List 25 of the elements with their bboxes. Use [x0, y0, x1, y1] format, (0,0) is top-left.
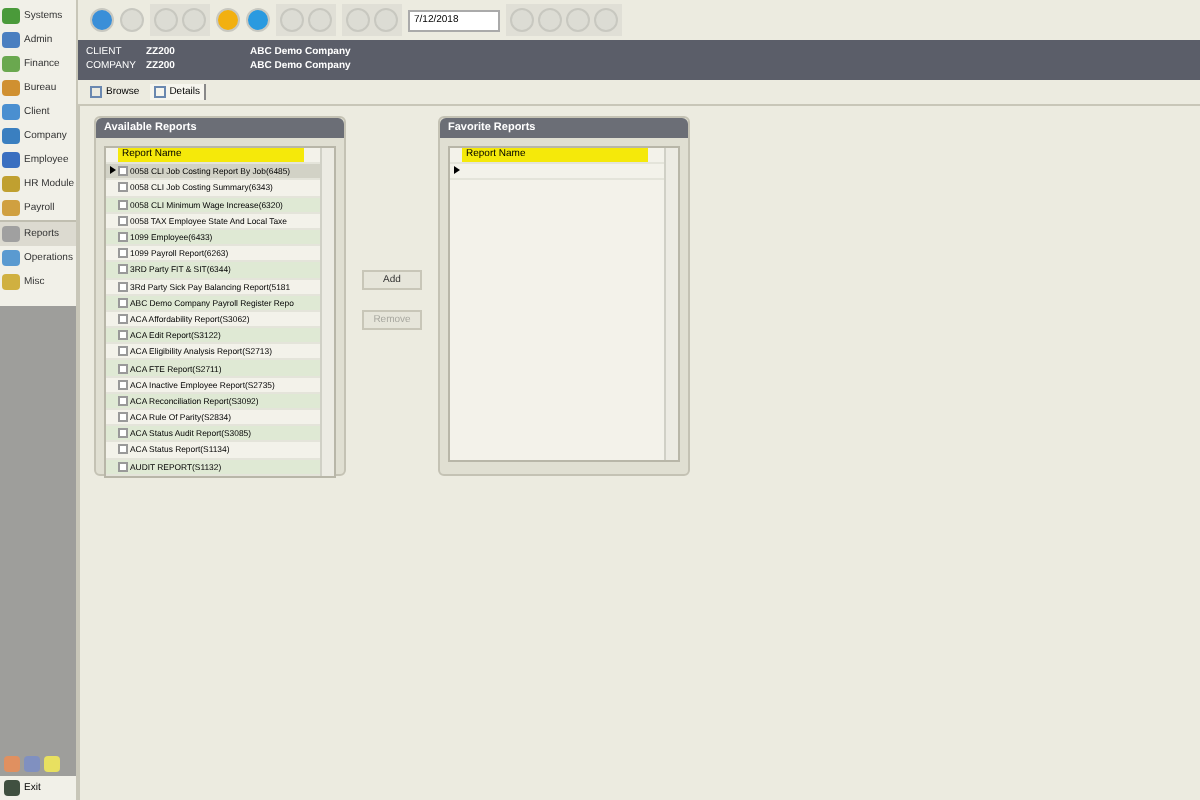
checkbox[interactable] — [118, 395, 128, 406]
checkbox[interactable] — [118, 330, 128, 341]
scrollbar[interactable] — [320, 148, 334, 476]
checkbox[interactable] — [118, 166, 128, 177]
checkbox[interactable] — [118, 313, 128, 324]
checkbox[interactable] — [118, 428, 128, 439]
checkbox[interactable] — [118, 363, 128, 374]
checkbox[interactable] — [118, 297, 128, 308]
checkbox[interactable] — [118, 412, 128, 423]
tab-icon — [90, 86, 102, 98]
checkbox[interactable] — [118, 248, 128, 259]
checkbox[interactable] — [118, 281, 128, 292]
row-pointer-icon — [453, 166, 459, 175]
checkbox[interactable] — [118, 346, 128, 357]
checkbox[interactable] — [118, 264, 128, 275]
checkbox[interactable] — [118, 444, 128, 455]
checkbox[interactable] — [118, 182, 128, 193]
scrollbar[interactable] — [664, 148, 678, 460]
checkbox[interactable] — [118, 232, 128, 243]
row-pointer-icon — [109, 166, 115, 175]
checkbox[interactable] — [118, 199, 128, 210]
checkbox[interactable] — [118, 461, 128, 472]
tab-icon — [153, 86, 166, 98]
checkbox[interactable] — [118, 215, 128, 226]
checkbox[interactable] — [118, 379, 128, 390]
